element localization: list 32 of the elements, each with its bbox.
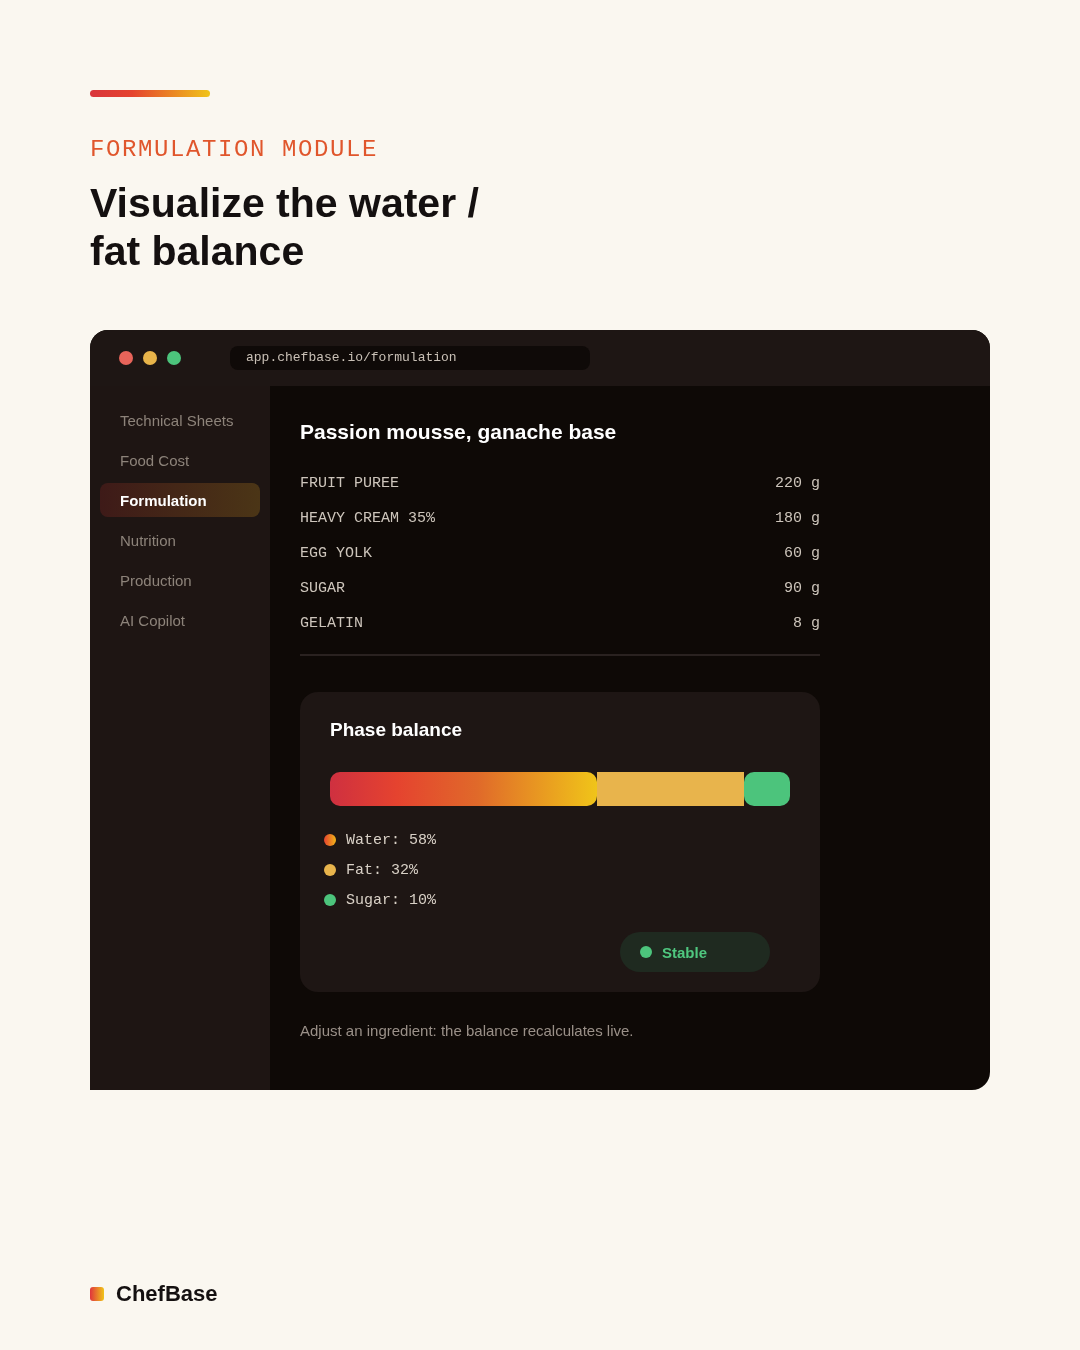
window-maximize-icon[interactable] bbox=[167, 351, 181, 365]
ingredient-name: EGG YOLK bbox=[300, 545, 372, 562]
brand-logo-icon bbox=[90, 1287, 104, 1301]
brand-name: ChefBase bbox=[116, 1282, 218, 1306]
ingredient-amount: 60 g bbox=[784, 545, 820, 562]
window-close-icon[interactable] bbox=[119, 351, 133, 365]
ingredient-amount: 220 g bbox=[775, 475, 820, 492]
legend-label: Water: 58% bbox=[346, 831, 436, 849]
legend-label: Fat: 32% bbox=[346, 861, 418, 879]
sidebar-item[interactable]: Production bbox=[100, 563, 260, 597]
legend-label: Sugar: 10% bbox=[346, 891, 436, 909]
ingredient-amount: 8 g bbox=[793, 615, 820, 632]
eyebrow-text: FORMULATION MODULE bbox=[90, 138, 379, 162]
status-dot-icon bbox=[640, 946, 652, 958]
ingredient-name: SUGAR bbox=[300, 580, 345, 597]
sidebar-item[interactable]: Formulation bbox=[100, 483, 260, 517]
status-label: Stable bbox=[662, 943, 707, 961]
page-title: Visualize the water / fat balance bbox=[90, 179, 480, 275]
ingredient-amount: 90 g bbox=[784, 580, 820, 597]
ingredient-name: HEAVY CREAM 35% bbox=[300, 510, 436, 527]
sidebar-item[interactable]: Nutrition bbox=[100, 523, 260, 557]
recipe-title: Passion mousse, ganache base bbox=[300, 419, 617, 445]
ingredient-name: FRUIT PUREE bbox=[300, 475, 400, 492]
window-minimize-icon[interactable] bbox=[143, 351, 157, 365]
url-field[interactable]: app.chefbase.io/formulation bbox=[230, 346, 590, 370]
ingredient-amount: 180 g bbox=[775, 510, 820, 527]
card-title: Phase balance bbox=[330, 718, 463, 742]
sidebar-item[interactable]: AI Copilot bbox=[100, 603, 260, 637]
hint-text: Adjust an ingredient: the balance recalculates live. bbox=[300, 1021, 634, 1041]
sidebar-item[interactable]: Technical Sheets bbox=[100, 403, 260, 437]
ingredient-name: GELATIN bbox=[300, 615, 363, 632]
sidebar-item[interactable]: Food Cost bbox=[100, 443, 260, 477]
